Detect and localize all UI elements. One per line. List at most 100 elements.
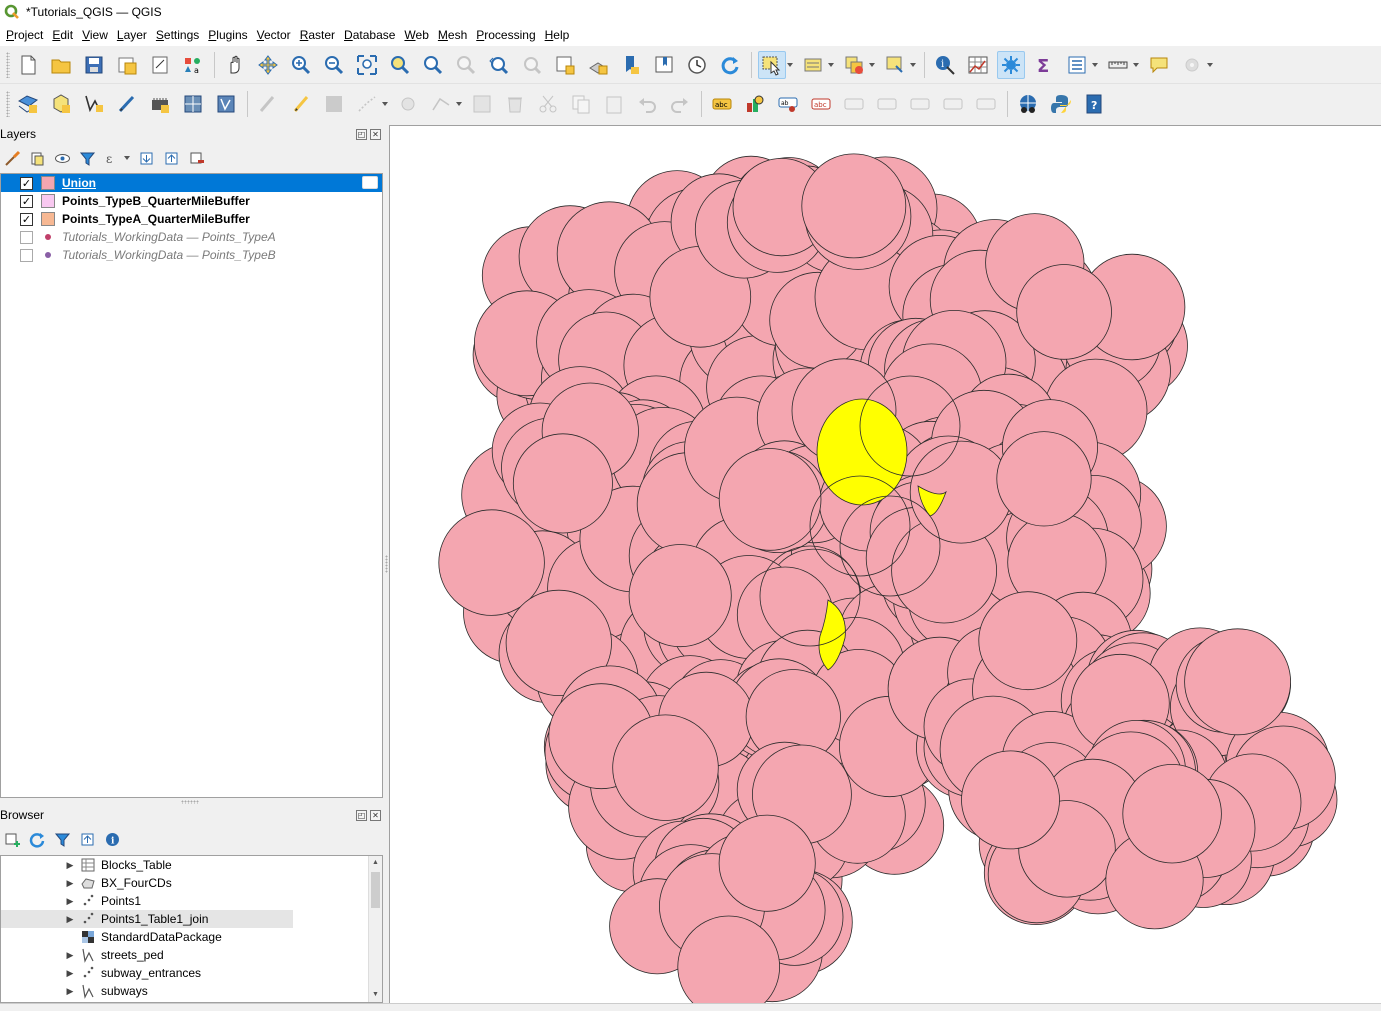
processing-toolbox-icon[interactable] (997, 50, 1025, 79)
expand-arrow-icon[interactable]: ▶ (65, 878, 75, 889)
menu-project[interactable]: Project (2, 26, 47, 44)
layer-visibility-checkbox[interactable] (20, 248, 33, 262)
deselect-all-icon[interactable] (840, 51, 868, 79)
new-spatialite-icon[interactable] (113, 90, 141, 118)
expand-arrow-icon[interactable]: ▶ (65, 968, 75, 979)
add-selected-layers-icon[interactable] (2, 829, 22, 849)
open-layer-styling-icon[interactable] (2, 148, 22, 168)
browser-item[interactable]: ▶ Points1_Table1_join (1, 910, 293, 928)
menu-mesh[interactable]: Mesh (434, 26, 471, 44)
zoom-to-selection-icon[interactable] (386, 51, 414, 79)
zoom-native-icon[interactable] (452, 51, 480, 79)
modify-attributes-icon[interactable] (468, 90, 496, 118)
cut-features-icon[interactable] (534, 90, 562, 118)
browser-item[interactable]: ▶ streets_ped (1, 946, 382, 964)
identify-features-icon[interactable]: i (931, 51, 959, 79)
menu-vector[interactable]: Vector (253, 26, 295, 44)
menu-settings[interactable]: Settings (152, 26, 203, 44)
close-panel-button[interactable]: ✕ (370, 128, 381, 140)
attributes-form-icon[interactable] (1063, 51, 1091, 79)
enable-properties-icon[interactable]: i (102, 829, 122, 849)
style-manager-icon[interactable]: a (179, 51, 207, 79)
filter-expression-dropdown[interactable] (123, 148, 131, 168)
measure-line-icon[interactable] (1104, 51, 1132, 79)
browser-scrollbar[interactable]: ▲ ▼ (368, 856, 382, 1002)
menu-raster[interactable]: Raster (296, 26, 339, 44)
browser-item[interactable]: ▶ BX_FourCDs (1, 874, 382, 892)
menu-layer[interactable]: Layer (113, 26, 151, 44)
layer-row[interactable]: ✓ Points_TypeB_QuarterMileBuffer (1, 192, 382, 210)
pan-to-selection-icon[interactable] (254, 51, 282, 79)
layer-indicator-icon[interactable] (362, 176, 378, 189)
select-location-dropdown[interactable] (909, 51, 917, 79)
help-icon[interactable]: ? (1080, 90, 1108, 118)
scroll-thumb[interactable] (371, 872, 380, 908)
menu-web[interactable]: Web (400, 26, 432, 44)
refresh-browser-icon[interactable] (27, 829, 47, 849)
label-toolbar-icon[interactable]: abc (708, 90, 736, 118)
digitize-line-icon[interactable] (353, 90, 381, 118)
move-label-icon[interactable] (873, 90, 901, 118)
buffer-polygon[interactable] (996, 431, 1092, 527)
new-vector-tile-icon[interactable] (212, 90, 240, 118)
collapse-all-icon[interactable] (161, 148, 181, 168)
buffer-polygon[interactable] (1016, 264, 1112, 360)
menu-edit[interactable]: Edit (48, 26, 77, 44)
filter-by-expression-icon[interactable]: ε (102, 148, 122, 168)
redo-icon[interactable] (666, 90, 694, 118)
new-temporary-layer-icon[interactable] (146, 90, 174, 118)
save-project-icon[interactable] (80, 51, 108, 79)
new-map-view-icon[interactable] (551, 51, 579, 79)
copy-features-icon[interactable] (567, 90, 595, 118)
quickmapservices-icon[interactable] (1014, 90, 1042, 118)
toolbar-grip[interactable] (6, 91, 10, 117)
temporal-controller-icon[interactable] (683, 51, 711, 79)
zoom-to-layer-icon[interactable] (419, 51, 447, 79)
filter-legend-icon[interactable] (77, 148, 97, 168)
current-edits-icon[interactable] (254, 90, 282, 118)
select-by-value-icon[interactable] (799, 51, 827, 79)
open-project-icon[interactable] (47, 51, 75, 79)
python-console-icon[interactable] (1047, 90, 1075, 118)
expand-arrow-icon[interactable]: ▶ (65, 950, 75, 961)
save-as-icon[interactable] (113, 51, 141, 79)
browser-item[interactable]: ▶ subway_entrances (1, 964, 382, 982)
buffer-polygon[interactable] (1122, 764, 1222, 864)
buffer-polygon[interactable] (628, 544, 732, 648)
vertex-tool-icon[interactable] (427, 90, 455, 118)
digitize-dropdown[interactable] (381, 90, 389, 118)
layer-visibility-checkbox[interactable]: ✓ (20, 212, 33, 226)
paste-features-icon[interactable] (600, 90, 628, 118)
vertex-dropdown[interactable] (455, 90, 463, 118)
menu-processing[interactable]: Processing (472, 26, 539, 44)
map-tips-icon[interactable] (1145, 51, 1173, 79)
show-bookmarks-icon[interactable] (650, 51, 678, 79)
attribute-table-icon[interactable] (964, 51, 992, 79)
buffer-polygon[interactable] (801, 153, 907, 259)
expand-all-icon[interactable] (136, 148, 156, 168)
data-source-manager-icon[interactable] (14, 90, 42, 118)
layer-row[interactable]: Tutorials_WorkingData — Points_TypeA (1, 228, 382, 246)
scroll-up-arrow-icon[interactable]: ▲ (369, 856, 382, 870)
zoom-full-icon[interactable] (353, 51, 381, 79)
expand-arrow-icon[interactable]: ▶ (65, 896, 75, 907)
select-by-value-dropdown[interactable] (827, 51, 835, 79)
menu-help[interactable]: Help (541, 26, 574, 44)
new-bookmark-icon[interactable] (617, 51, 645, 79)
buffer-polygon[interactable] (961, 750, 1060, 850)
add-group-icon[interactable] (27, 148, 47, 168)
change-label-icon[interactable] (939, 90, 967, 118)
label-properties-icon[interactable] (972, 90, 1000, 118)
statistical-summary-icon[interactable]: Σ (1030, 51, 1058, 79)
layer-diagram-icon[interactable] (741, 90, 769, 118)
toggle-editing-icon[interactable] (287, 90, 315, 118)
float-panel-button[interactable]: ◰ (356, 128, 367, 140)
expand-arrow-icon[interactable]: ▶ (65, 986, 75, 997)
zoom-out-icon[interactable] (320, 51, 348, 79)
measure-dropdown[interactable] (1132, 51, 1140, 79)
remove-layer-icon[interactable] (186, 148, 206, 168)
show-hide-labels-icon[interactable] (840, 90, 868, 118)
buffer-polygon[interactable] (1184, 628, 1291, 736)
layer-visibility-checkbox[interactable]: ✓ (20, 176, 33, 190)
scroll-down-arrow-icon[interactable]: ▼ (369, 988, 382, 1002)
